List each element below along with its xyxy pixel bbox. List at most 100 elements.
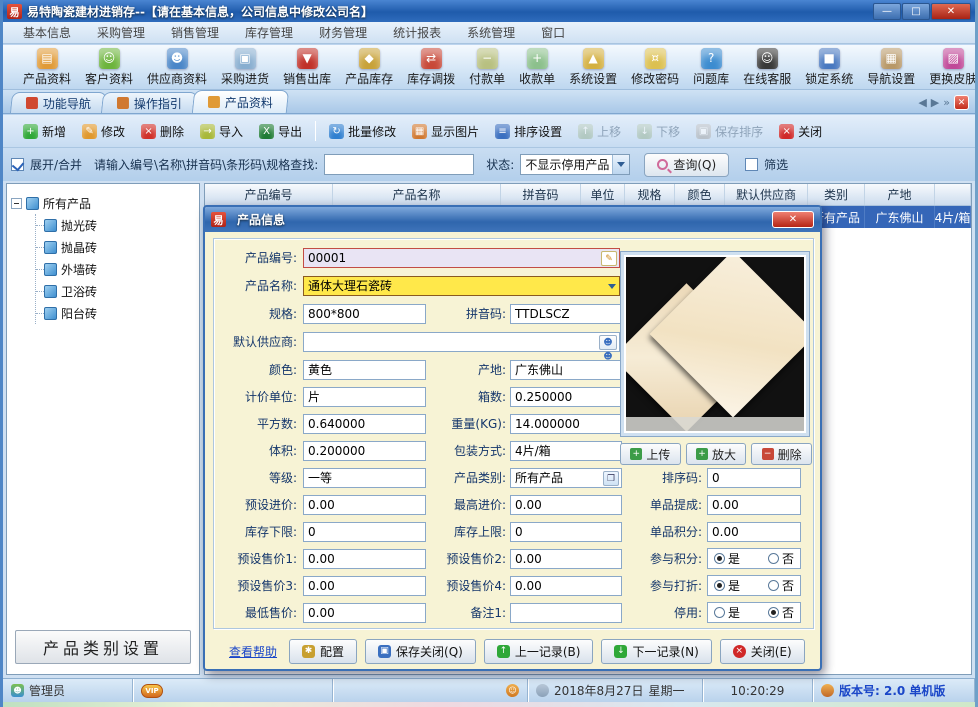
spec-field[interactable]: 800*800 bbox=[303, 304, 426, 324]
toolbar-stock[interactable]: ◆产品库存 bbox=[338, 47, 400, 88]
save-close-button[interactable]: ▣保存关闭(Q) bbox=[365, 639, 476, 664]
close-list-button[interactable]: ×关闭 bbox=[773, 120, 828, 143]
add-button[interactable]: +新增 bbox=[17, 120, 72, 143]
grade-field[interactable]: 一等 bbox=[303, 468, 426, 488]
price3-field[interactable]: 0.00 bbox=[303, 576, 426, 596]
menu-purchase[interactable]: 采购管理 bbox=[85, 22, 157, 43]
toolbar-sales-out[interactable]: ▼销售出库 bbox=[276, 47, 338, 88]
minimize-button[interactable]: — bbox=[873, 3, 901, 20]
product-name-field[interactable]: 通体大理石瓷砖 bbox=[303, 276, 620, 296]
close-button[interactable]: ✕ bbox=[931, 3, 971, 20]
join-discount-no-radio[interactable]: 否 bbox=[768, 577, 794, 594]
origin-field[interactable]: 广东佛山 bbox=[510, 360, 622, 380]
tree-root-all-products[interactable]: 所有产品 bbox=[11, 192, 195, 214]
join-points-no-radio[interactable]: 否 bbox=[768, 550, 794, 567]
col-spec[interactable]: 规格 bbox=[625, 184, 675, 205]
tree-item-bathroom-tile[interactable]: 卫浴砖 bbox=[36, 280, 195, 302]
menu-finance[interactable]: 财务管理 bbox=[307, 22, 379, 43]
sqm-field[interactable]: 0.640000 bbox=[303, 414, 426, 434]
join-discount-yes-radio[interactable]: 是 bbox=[714, 577, 740, 594]
product-category-field[interactable]: 所有产品 ❐ bbox=[510, 468, 622, 488]
stock-min-field[interactable]: 0 bbox=[303, 522, 426, 542]
zoom-image-button[interactable]: +放大 bbox=[686, 443, 747, 465]
toolbar-change-skin[interactable]: ▨更换皮肤 bbox=[922, 47, 975, 88]
query-button[interactable]: 查询(Q) bbox=[644, 153, 729, 177]
menu-reports[interactable]: 统计报表 bbox=[381, 22, 453, 43]
toolbar-settings[interactable]: ▲系统设置 bbox=[562, 47, 624, 88]
stock-max-field[interactable]: 0 bbox=[510, 522, 622, 542]
config-button[interactable]: ✱配置 bbox=[289, 639, 357, 664]
volume-field[interactable]: 0.200000 bbox=[303, 441, 426, 461]
sort-settings-button[interactable]: ≡排序设置 bbox=[489, 120, 568, 143]
maximize-button[interactable]: □ bbox=[902, 3, 930, 20]
menu-window[interactable]: 窗口 bbox=[529, 22, 577, 43]
toolbar-online-service[interactable]: ☺在线客服 bbox=[736, 47, 798, 88]
toolbar-suppliers[interactable]: ☻供应商资料 bbox=[140, 47, 214, 88]
tab-scroll-right-icon[interactable]: ▶ bbox=[931, 96, 939, 109]
disabled-yes-radio[interactable]: 是 bbox=[714, 604, 740, 621]
col-extra[interactable] bbox=[935, 184, 971, 205]
pinyin-field[interactable]: TTDLSCZ bbox=[510, 304, 622, 324]
status-select[interactable]: 不显示停用产品 bbox=[520, 154, 630, 175]
points-field[interactable]: 0.00 bbox=[707, 522, 801, 542]
move-down-button[interactable]: ↓下移 bbox=[631, 120, 686, 143]
toolbar-receipt[interactable]: +收款单 bbox=[512, 47, 562, 88]
delete-image-button[interactable]: −删除 bbox=[751, 443, 812, 465]
weight-field[interactable]: 14.000000 bbox=[510, 414, 622, 434]
menu-system[interactable]: 系统管理 bbox=[455, 22, 527, 43]
status-dropdown-icon[interactable] bbox=[612, 155, 629, 174]
join-points-yes-radio[interactable]: 是 bbox=[714, 550, 740, 567]
edit-button[interactable]: ✎修改 bbox=[76, 120, 131, 143]
unit-field[interactable]: 片 bbox=[303, 387, 426, 407]
boxes-field[interactable]: 0.250000 bbox=[510, 387, 622, 407]
collapse-icon[interactable] bbox=[11, 198, 22, 209]
tree-item-crystal-tile[interactable]: 抛晶砖 bbox=[36, 236, 195, 258]
menu-basic-info[interactable]: 基本信息 bbox=[11, 22, 83, 43]
tab-function-nav[interactable]: 功能导航 bbox=[10, 92, 107, 113]
pick-supplier-icon[interactable]: ☻☻ bbox=[599, 335, 617, 350]
toolbar-change-password[interactable]: ¤修改密码 bbox=[624, 47, 686, 88]
filter-checkbox[interactable] bbox=[745, 158, 758, 171]
expand-collapse-checkbox[interactable] bbox=[11, 158, 24, 171]
max-cost-field[interactable]: 0.00 bbox=[510, 495, 622, 515]
col-category[interactable]: 类别 bbox=[808, 184, 865, 205]
delete-button[interactable]: ×删除 bbox=[135, 120, 190, 143]
show-images-button[interactable]: ▦显示图片 bbox=[406, 120, 485, 143]
upload-image-button[interactable]: +上传 bbox=[620, 443, 681, 465]
col-unit[interactable]: 单位 bbox=[581, 184, 625, 205]
save-order-button[interactable]: ▣保存排序 bbox=[690, 120, 769, 143]
menu-sales[interactable]: 销售管理 bbox=[159, 22, 231, 43]
edit-code-icon[interactable]: ✎ bbox=[601, 251, 617, 266]
col-product-name[interactable]: 产品名称 bbox=[333, 184, 501, 205]
preset-cost-field[interactable]: 0.00 bbox=[303, 495, 426, 515]
col-color[interactable]: 颜色 bbox=[675, 184, 725, 205]
commission-field[interactable]: 0.00 bbox=[707, 495, 801, 515]
toolbar-payment[interactable]: −付款单 bbox=[462, 47, 512, 88]
tree-item-polished-tile[interactable]: 抛光砖 bbox=[36, 214, 195, 236]
tab-close-icon[interactable]: ✕ bbox=[954, 95, 969, 110]
toolbar-purchase-in[interactable]: ▣采购进货 bbox=[214, 47, 276, 88]
toolbar-nav-settings[interactable]: ▦导航设置 bbox=[860, 47, 922, 88]
search-input[interactable] bbox=[324, 154, 474, 175]
product-code-field[interactable]: 00001 ✎ bbox=[303, 248, 620, 268]
toolbar-stock-transfer[interactable]: ⇄库存调拨 bbox=[400, 47, 462, 88]
dialog-close-button[interactable]: ✕ bbox=[772, 211, 814, 228]
batch-edit-button[interactable]: ↻批量修改 bbox=[323, 120, 402, 143]
tab-scroll-left-icon[interactable]: ◀ bbox=[918, 96, 926, 109]
price2-field[interactable]: 0.00 bbox=[510, 549, 622, 569]
sort-code-field[interactable]: 0 bbox=[707, 468, 801, 488]
tab-operation-guide[interactable]: 操作指引 bbox=[101, 92, 198, 113]
dialog-close-footer-button[interactable]: ×关闭(E) bbox=[720, 639, 805, 664]
col-default-supplier[interactable]: 默认供应商 bbox=[725, 184, 808, 205]
default-supplier-field[interactable]: ☻☻ bbox=[303, 332, 620, 352]
col-product-code[interactable]: 产品编号 bbox=[205, 184, 333, 205]
pick-category-icon[interactable]: ❐ bbox=[603, 471, 619, 486]
price1-field[interactable]: 0.00 bbox=[303, 549, 426, 569]
next-record-button[interactable]: ↓下一记录(N) bbox=[601, 639, 711, 664]
toolbar-lock-system[interactable]: ■锁定系统 bbox=[798, 47, 860, 88]
dialog-title-bar[interactable]: 易 产品信息 ✕ bbox=[205, 207, 820, 232]
packing-field[interactable]: 4片/箱 bbox=[510, 441, 622, 461]
price4-field[interactable]: 0.00 bbox=[510, 576, 622, 596]
tree-item-exterior-wall-tile[interactable]: 外墙砖 bbox=[36, 258, 195, 280]
toolbar-customers[interactable]: ☺客户资料 bbox=[78, 47, 140, 88]
